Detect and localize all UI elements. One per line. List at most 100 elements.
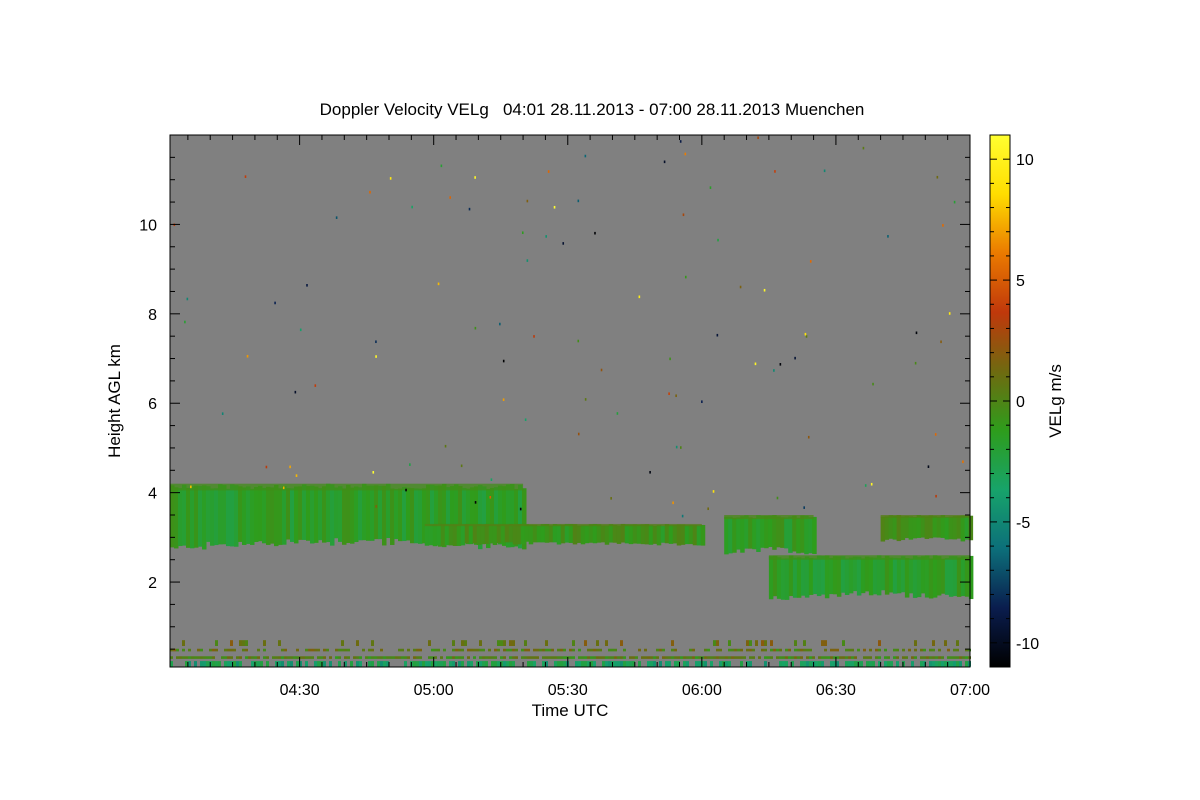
noise-speck	[405, 488, 407, 492]
near-ground-clutter-cell	[494, 656, 497, 659]
x-axis-label: Time UTC	[532, 701, 609, 720]
cloud-layer-B-cell	[688, 525, 694, 545]
near-ground-clutter-cell	[599, 656, 602, 659]
near-ground-clutter-cell	[749, 661, 752, 667]
near-ground-clutter-cell	[350, 661, 353, 667]
doppler-velocity-chart: Doppler Velocity VELg 04:01 28.11.2013 -…	[105, 100, 1065, 720]
cloud-layer-E-cell	[896, 515, 902, 542]
near-ground-clutter-cell	[347, 656, 350, 659]
near-ground-clutter-cell	[524, 640, 527, 647]
cloud-layer-B-cell	[608, 524, 614, 543]
cloud-layer-B-cell	[448, 525, 454, 546]
noise-speck	[915, 331, 918, 335]
near-ground-clutter-cell	[887, 656, 890, 659]
cloud-layer-C-cell	[808, 517, 813, 554]
x-tick-label: 07:00	[950, 682, 990, 699]
cloud-layer-A-cell	[242, 487, 247, 545]
cloud-layer-B-cell	[444, 524, 450, 546]
cloud-layer-B-cell	[436, 524, 442, 546]
cloud-layer-E-cell	[904, 516, 910, 539]
cloud-layer-A-cell	[206, 486, 211, 542]
cloud-layer-B-cell	[532, 524, 538, 543]
near-ground-clutter-cell	[710, 661, 713, 667]
cloud-layer-A-cell	[214, 488, 219, 546]
near-ground-clutter-cell	[440, 656, 443, 659]
near-ground-clutter-cell	[728, 640, 731, 647]
near-ground-clutter-cell	[311, 648, 314, 652]
cloud-layer-D-cell	[796, 557, 802, 598]
cloud-layer-D-cell	[812, 558, 818, 595]
near-ground-clutter-cell	[788, 648, 791, 652]
cloud-layer-E-cell	[940, 515, 946, 538]
near-ground-clutter-cell	[620, 661, 623, 667]
near-ground-clutter-cell	[257, 656, 260, 659]
near-ground-clutter-cell	[266, 661, 269, 667]
near-ground-clutter-cell	[848, 661, 851, 667]
near-ground-clutter-cell	[842, 656, 845, 659]
near-ground-clutter-cell	[560, 648, 563, 652]
cloud-layer-D-cell	[816, 555, 822, 597]
near-ground-clutter-cell	[356, 640, 359, 647]
near-ground-clutter-cell	[491, 656, 494, 659]
noise-speck	[244, 175, 247, 178]
near-ground-clutter-cell	[224, 656, 227, 659]
noise-speck	[584, 398, 587, 401]
near-ground-clutter-cell	[224, 661, 227, 667]
cloud-layer-D-cell	[844, 558, 850, 595]
cloud-layer-A-cell	[190, 486, 195, 549]
near-ground-clutter-cell	[893, 656, 896, 659]
y-tick-label: 2	[148, 575, 157, 592]
cloud-layer-E-top-edge	[880, 515, 970, 518]
cloud-layer-B-cell	[676, 524, 682, 546]
cloud-layer-A-cell	[282, 486, 287, 545]
near-ground-clutter-cell	[203, 661, 206, 667]
cloud-layer-D-cell	[956, 557, 962, 597]
cloud-layer-D-cell	[912, 555, 918, 598]
near-ground-clutter-cell	[494, 661, 497, 667]
near-ground-clutter-cell	[206, 656, 209, 659]
y-tick-label: 6	[148, 396, 157, 413]
near-ground-clutter-cell	[947, 648, 950, 652]
near-ground-clutter-cell	[923, 656, 926, 659]
near-ground-clutter-cell	[914, 640, 917, 647]
cloud-layer-A-cell	[186, 487, 191, 548]
near-ground-clutter-cell	[347, 648, 350, 652]
near-ground-clutter-cell	[281, 648, 284, 652]
near-ground-clutter-cell	[539, 648, 542, 652]
near-ground-clutter-cell	[461, 661, 464, 667]
cloud-layer-C-cell	[796, 517, 801, 554]
cloud-layer-D-cell	[876, 555, 882, 596]
near-ground-clutter-cell	[914, 656, 917, 659]
near-ground-clutter-cell	[470, 648, 473, 652]
noise-speck	[274, 301, 276, 305]
near-ground-clutter-cell	[314, 648, 317, 652]
near-ground-clutter-cell	[260, 661, 263, 667]
cloud-layer-D-cell	[964, 557, 970, 597]
near-ground-clutter-cell	[200, 656, 203, 659]
near-ground-clutter-cell	[263, 656, 266, 659]
near-ground-clutter-cell	[713, 656, 716, 659]
cloud-layer-B-cell	[588, 524, 594, 543]
near-ground-clutter-cell	[605, 640, 608, 647]
noise-speck	[872, 382, 874, 386]
noise-speck	[306, 284, 308, 287]
cloud-layer-A-cell	[402, 487, 407, 542]
near-ground-clutter-cell	[215, 640, 218, 647]
cloud-layer-C-cell	[784, 517, 789, 549]
near-ground-clutter-cell	[458, 661, 461, 667]
near-ground-clutter-cell	[227, 656, 230, 659]
near-ground-clutter-cell	[200, 661, 203, 667]
noise-speck	[444, 444, 447, 448]
noise-speck	[375, 505, 378, 508]
near-ground-clutter-cell	[428, 661, 431, 667]
noise-speck	[440, 164, 443, 168]
cloud-layer-D-cell	[960, 556, 966, 597]
cloud-layer-A-cell	[226, 488, 231, 547]
noise-speck	[668, 392, 670, 396]
near-ground-clutter-cell	[647, 656, 650, 659]
near-ground-clutter-cell	[503, 656, 506, 659]
near-ground-clutter-cell	[755, 640, 758, 647]
near-ground-clutter-cell	[806, 648, 809, 652]
noise-speck	[499, 322, 501, 326]
noise-speck	[474, 176, 476, 179]
